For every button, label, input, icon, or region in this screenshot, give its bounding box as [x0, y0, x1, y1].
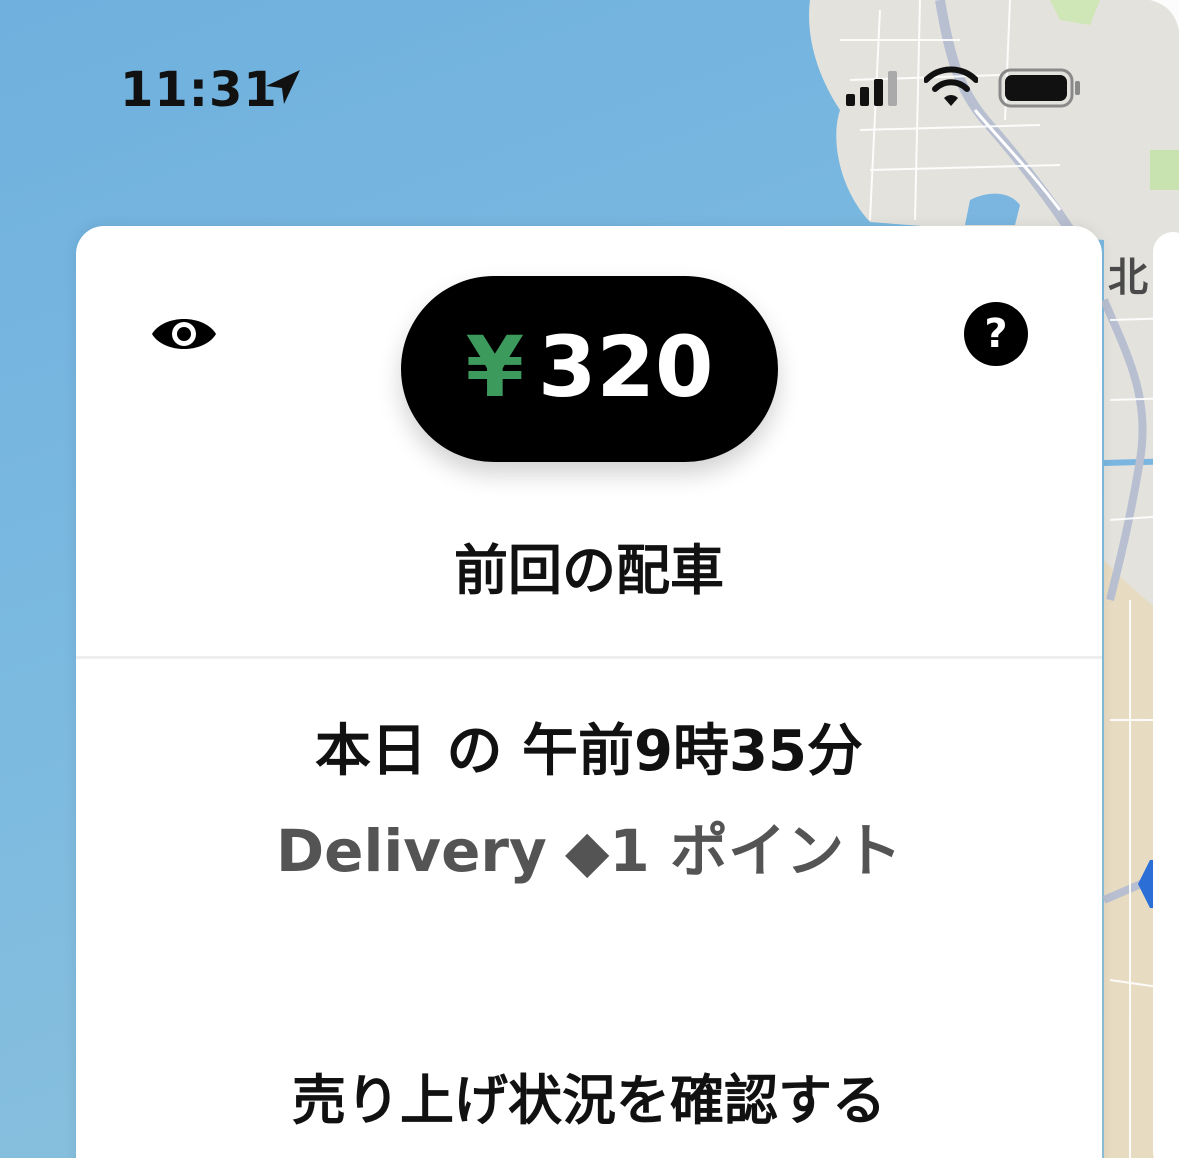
- last-trip-time: 本日 の 午前9時35分: [315, 719, 863, 784]
- status-time: 11:31: [120, 62, 278, 118]
- location-arrow-icon: [266, 70, 300, 104]
- help-button[interactable]: ?: [964, 302, 1028, 366]
- battery-icon: [998, 68, 1080, 108]
- section-title: 前回の配車: [454, 539, 724, 602]
- map-place-label: 北: [1108, 255, 1148, 301]
- divider: [76, 656, 1102, 659]
- earnings-amount-button[interactable]: ¥ 320: [401, 276, 778, 462]
- earnings-amount: 320: [538, 318, 714, 416]
- currency-symbol: ¥: [465, 318, 525, 416]
- check-earnings-link[interactable]: 売り上げ状況を確認する: [76, 1056, 1102, 1135]
- wifi-icon: [924, 66, 978, 106]
- cellular-signal-icon: [846, 71, 897, 106]
- service-type: Delivery: [276, 817, 547, 885]
- eye-icon[interactable]: [150, 310, 218, 358]
- question-mark-icon: ?: [984, 311, 1008, 357]
- last-trip-detail: Delivery ◆1 ポイント: [76, 804, 1102, 888]
- points-text: ◆1 ポイント: [564, 817, 902, 885]
- earnings-card: ¥ 320 ? 前回の配車 本日 の 午前9時35分 Delivery ◆1 ポイ…: [76, 226, 1102, 1158]
